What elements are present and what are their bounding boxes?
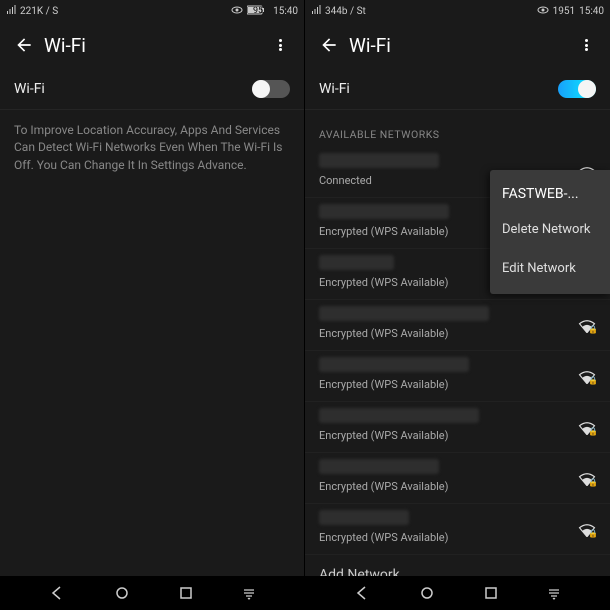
wifi-toggle-row: Wi-Fi (305, 68, 610, 110)
overflow-menu-button[interactable] (264, 29, 296, 61)
network-context-menu: FASTWEB-... Delete Network Edit Network (490, 170, 610, 294)
lock-icon: 🔒 (588, 478, 598, 487)
page-title: Wi-Fi (349, 34, 391, 57)
eye-icon (231, 6, 243, 17)
nav-drawer-button[interactable] (242, 586, 256, 600)
network-item[interactable]: Encrypted (WPS Available)🔒 (305, 453, 610, 504)
page-title: Wi-Fi (44, 34, 86, 57)
wifi-signal-icon: 🔒 (578, 420, 596, 434)
navigation-bar (0, 576, 610, 610)
lock-icon: 🔒 (588, 529, 598, 538)
network-item[interactable]: Encrypted (WPS Available)🔒 (305, 300, 610, 351)
nav-home-button[interactable] (114, 585, 130, 601)
wifi-toggle-switch[interactable] (252, 80, 290, 98)
network-item[interactable]: Encrypted (WPS Available)🔒 (305, 351, 610, 402)
network-status: Encrypted (WPS Available) (319, 429, 596, 442)
context-menu-delete[interactable]: Delete Network (490, 210, 610, 249)
wifi-off-hint: To Improve Location Accuracy, Apps And S… (0, 110, 304, 186)
context-menu-edit[interactable]: Edit Network (490, 249, 610, 288)
network-ssid-redacted (319, 459, 439, 474)
wifi-screen-right: 344b / St 1951 15:40 Wi-Fi Wi-Fi AVAI (305, 0, 610, 610)
status-time: 15:40 (579, 6, 604, 17)
signal-icon (311, 5, 321, 18)
network-ssid-redacted (319, 255, 394, 270)
network-item[interactable]: Encrypted (WPS Available)🔒 (305, 504, 610, 555)
status-battery-pct: 95 (253, 6, 263, 16)
lock-icon: 🔒 (588, 325, 598, 334)
status-bar: 221K / S 95 15:40 (0, 0, 304, 22)
wifi-signal-icon: 🔒 (578, 369, 596, 383)
lock-icon: 🔒 (588, 427, 598, 436)
network-status: Encrypted (WPS Available) (319, 480, 596, 493)
nav-drawer-button[interactable] (547, 586, 561, 600)
network-ssid-redacted (319, 357, 469, 372)
network-ssid-redacted (319, 306, 489, 321)
back-button[interactable] (313, 29, 345, 61)
wifi-toggle-label: Wi-Fi (14, 81, 45, 97)
nav-back-button[interactable] (354, 585, 370, 601)
signal-icon (6, 5, 16, 18)
wifi-toggle-switch[interactable] (558, 80, 596, 98)
nav-recent-button[interactable] (484, 586, 498, 600)
wifi-signal-icon: 🔒 (578, 522, 596, 536)
network-ssid-redacted (319, 153, 439, 168)
network-ssid-redacted (319, 510, 409, 525)
network-status: Encrypted (WPS Available) (319, 378, 596, 391)
wifi-signal-icon: 🔒 (578, 318, 596, 332)
back-button[interactable] (8, 29, 40, 61)
network-status: Encrypted (WPS Available) (319, 531, 596, 544)
eye-icon (537, 6, 549, 17)
wifi-screen-left: 221K / S 95 15:40 Wi-Fi W (0, 0, 305, 610)
nav-recent-button[interactable] (179, 586, 193, 600)
status-time: 15:40 (273, 6, 298, 17)
network-item[interactable]: Encrypted (WPS Available)🔒 (305, 402, 610, 453)
context-menu-title: FASTWEB-... (490, 176, 610, 210)
nav-back-button[interactable] (49, 585, 65, 601)
app-header: Wi-Fi (0, 22, 304, 68)
wifi-toggle-label: Wi-Fi (319, 81, 350, 97)
wifi-toggle-row: Wi-Fi (0, 68, 304, 110)
network-ssid-redacted (319, 204, 449, 219)
network-ssid-redacted (319, 408, 479, 423)
status-net-speed: 344b / St (325, 6, 366, 17)
status-bar: 344b / St 1951 15:40 (305, 0, 610, 22)
wifi-signal-icon: 🔒 (578, 471, 596, 485)
status-net-speed: 221K / S (20, 6, 58, 17)
status-battery-pct: 1951 (553, 6, 575, 17)
network-status: Encrypted (WPS Available) (319, 327, 596, 340)
overflow-menu-button[interactable] (570, 29, 602, 61)
available-networks-label: AVAILABLE NETWORKS (305, 110, 610, 147)
lock-icon: 🔒 (588, 376, 598, 385)
app-header: Wi-Fi (305, 22, 610, 68)
nav-home-button[interactable] (419, 585, 435, 601)
